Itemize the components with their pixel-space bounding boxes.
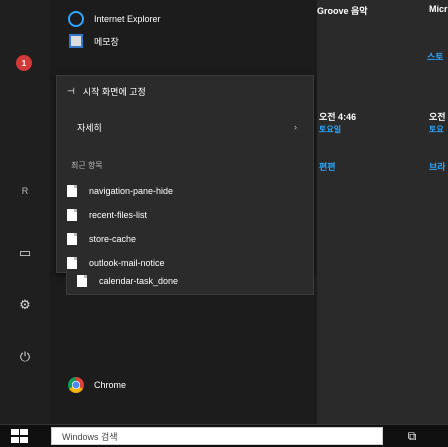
recent-item[interactable]: navigation-pane-hide (67, 180, 173, 202)
recent-label: navigation-pane-hide (89, 186, 174, 196)
windows-logo-icon (20, 429, 28, 435)
tile-browser: 브라 (429, 162, 446, 172)
search-input[interactable]: Windows 검색 (51, 427, 383, 445)
settings-icon: ⚙ (19, 297, 31, 312)
tile-groove[interactable]: Groove 음악 (317, 4, 368, 17)
app-icon (68, 33, 84, 49)
document-icon (67, 233, 77, 245)
app-item-ie[interactable]: Internet Explorer (68, 8, 161, 30)
tile-time-2: 오전 (429, 112, 446, 122)
context-menu-tail: calendar-task_done (66, 270, 314, 295)
task-view-icon: ⧉ (407, 428, 417, 443)
ie-icon (68, 11, 84, 27)
user-button[interactable]: R (14, 180, 36, 202)
power-icon: ⏻ (19, 349, 31, 364)
tile-time: 오전 4:46 (319, 112, 357, 122)
tiles-area: Groove 음악 Micr 스토 오전 4:46 오전 토요일 토요 편편 브… (317, 0, 448, 424)
documents-button[interactable]: ▭ (14, 242, 36, 264)
menu-pin-to-start[interactable]: ⊣ 시작 화면에 고정 (67, 80, 303, 102)
recent-item[interactable]: recent-files-list (67, 204, 147, 226)
app-item-chrome[interactable]: Chrome (68, 374, 126, 396)
tile-day: 토요일 (319, 125, 342, 134)
recent-item[interactable]: calendar-task_done (77, 270, 178, 292)
windows-logo-icon (11, 429, 19, 435)
search-placeholder: Windows 검색 (62, 431, 118, 442)
user-avatar: R (21, 186, 29, 196)
document-icon (67, 209, 77, 221)
chrome-icon (68, 377, 84, 393)
recent-label: store-cache (89, 234, 137, 244)
tile-store-label: 스토 (427, 52, 444, 62)
windows-logo-icon (20, 436, 28, 443)
tile-micro[interactable]: Micr (429, 4, 448, 14)
tile-day-2: 토요 (429, 125, 444, 134)
app-label: 메모장 (94, 36, 119, 47)
app-label: Chrome (94, 380, 127, 390)
menu-label: 시작 화면에 고정 (82, 86, 146, 97)
settings-button[interactable]: ⚙ (14, 294, 36, 316)
windows-logo-icon (11, 436, 19, 443)
start-button[interactable] (11, 429, 29, 443)
tile-edit: 편편 (319, 162, 336, 172)
menu-label: 자세히 (77, 122, 102, 133)
app-item-notepad[interactable]: 메모장 (68, 30, 119, 52)
recent-item[interactable]: store-cache (67, 228, 136, 250)
chevron-right-icon: › (294, 122, 297, 132)
step-badge: 1 (16, 55, 32, 71)
recent-header: 최근 항목 (71, 161, 103, 170)
menu-more[interactable]: 자세히 › (67, 116, 303, 138)
power-button[interactable]: ⏻ (14, 346, 36, 368)
taskbar: Windows 검색 ⧉ (0, 424, 448, 447)
recent-label: calendar-task_done (99, 276, 179, 286)
context-menu: ⊣ 시작 화면에 고정 자세히 › 최근 항목 navigation-pane-… (56, 75, 314, 273)
pin-icon: ⊣ (67, 85, 75, 96)
app-label: Internet Explorer (94, 14, 161, 24)
document-icon (67, 185, 77, 197)
document-icon (67, 257, 77, 269)
document-icon: ▭ (18, 245, 32, 260)
document-icon (77, 275, 87, 287)
recent-label: recent-files-list (89, 210, 148, 220)
recent-label: outlook-mail-notice (89, 258, 165, 268)
task-view-button[interactable]: ⧉ (404, 429, 420, 443)
